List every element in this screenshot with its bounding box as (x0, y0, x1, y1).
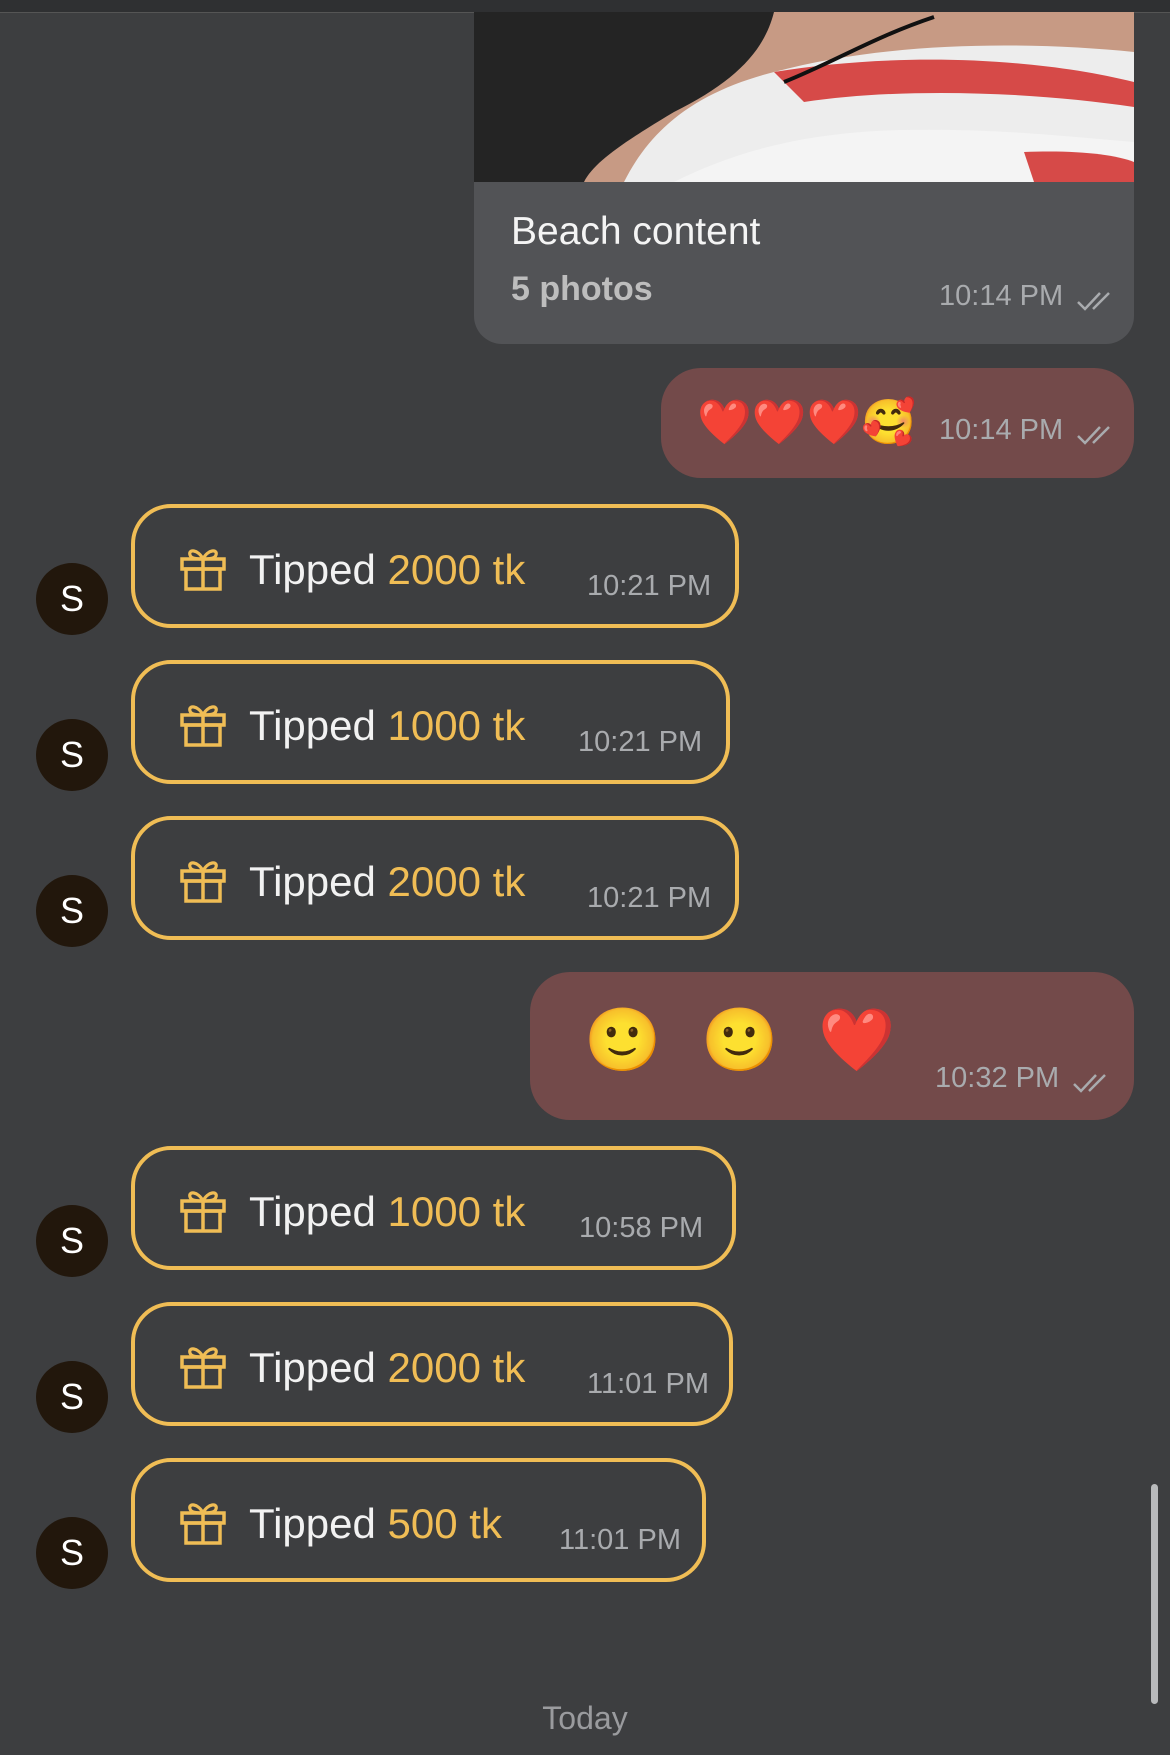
heart-emoji: ❤️ (818, 1006, 896, 1075)
heart-emoji: ❤️ (806, 398, 862, 447)
media-caption: Beach content (511, 210, 761, 253)
double-check-icon (1076, 425, 1110, 445)
tip-bubble[interactable]: Tipped 2000 tk 10:21 PM (131, 504, 739, 628)
gift-icon (180, 1191, 226, 1233)
tip-bubble[interactable]: Tipped 2000 tk 10:21 PM (131, 816, 739, 940)
scrollbar[interactable] (1151, 1484, 1158, 1704)
tip-bubble[interactable]: Tipped 1000 tk 10:21 PM (131, 660, 730, 784)
avatar[interactable]: S (36, 1361, 108, 1433)
slightly-smiling-face-emoji: 🙂 (701, 1006, 779, 1075)
day-separator: Today (542, 1700, 628, 1736)
emoji-text: 🙂 🙂 ❤️ (584, 1004, 896, 1077)
outgoing-message[interactable]: 🙂 🙂 ❤️ 10:32 PM (530, 972, 1134, 1120)
tip-word: Tipped (249, 1344, 376, 1391)
double-check-icon (1072, 1073, 1106, 1093)
outgoing-message[interactable]: ❤️ ❤️ ❤️ 🥰 10:14 PM (661, 368, 1134, 478)
tip-word: Tipped (249, 1188, 376, 1235)
message-time: 10:32 PM (935, 1062, 1060, 1094)
message-time: 10:14 PM (939, 414, 1064, 446)
tip-label: Tipped 1000 tk (249, 702, 525, 750)
tip-amount: 2000 tk (387, 858, 526, 905)
tip-amount: 1000 tk (387, 702, 526, 749)
tip-amount: 1000 tk (387, 1188, 526, 1235)
photo-thumbnail[interactable] (474, 12, 1134, 182)
message-time: 10:21 PM (578, 726, 703, 758)
gift-icon (180, 705, 226, 747)
tip-bubble[interactable]: Tipped 1000 tk 10:58 PM (131, 1146, 736, 1270)
tip-amount: 2000 tk (387, 546, 526, 593)
tip-word: Tipped (249, 1500, 376, 1547)
double-check-icon (1076, 291, 1110, 311)
slightly-smiling-face-emoji: 🙂 (584, 1006, 662, 1075)
avatar[interactable]: S (36, 1517, 108, 1589)
tip-label: Tipped 2000 tk (249, 858, 525, 906)
avatar[interactable]: S (36, 875, 108, 947)
heart-emoji: ❤️ (697, 398, 752, 447)
message-meta: 10:14 PM (939, 280, 1118, 313)
tip-word: Tipped (249, 858, 376, 905)
tip-amount: 500 tk (387, 1500, 502, 1547)
gift-icon (180, 549, 226, 591)
media-message[interactable]: Beach content 5 photos 10:14 PM (474, 12, 1134, 344)
message-meta: 10:14 PM (939, 414, 1118, 447)
message-time: 10:58 PM (579, 1212, 704, 1244)
emoji-text: ❤️ ❤️ ❤️ 🥰 (697, 396, 916, 448)
tip-label: Tipped 500 tk (249, 1500, 502, 1548)
photo-count: 5 photos (511, 270, 653, 308)
message-time: 11:01 PM (559, 1524, 681, 1556)
message-time: 11:01 PM (587, 1368, 709, 1400)
tip-label: Tipped 2000 tk (249, 1344, 525, 1392)
message-meta: 10:32 PM (935, 1062, 1114, 1095)
message-time: 10:14 PM (939, 280, 1064, 312)
avatar[interactable]: S (36, 719, 108, 791)
smiling-face-with-hearts-emoji: 🥰 (861, 398, 917, 447)
tip-label: Tipped 2000 tk (249, 546, 525, 594)
avatar[interactable]: S (36, 1205, 108, 1277)
tip-word: Tipped (249, 702, 376, 749)
message-time: 10:21 PM (587, 882, 712, 914)
tip-label: Tipped 1000 tk (249, 1188, 525, 1236)
tip-bubble[interactable]: Tipped 500 tk 11:01 PM (131, 1458, 706, 1582)
gift-icon (180, 861, 226, 903)
tip-bubble[interactable]: Tipped 2000 tk 11:01 PM (131, 1302, 733, 1426)
message-time: 10:21 PM (587, 570, 712, 602)
avatar[interactable]: S (36, 563, 108, 635)
gift-icon (180, 1347, 226, 1389)
heart-emoji: ❤️ (751, 398, 807, 447)
gift-icon (180, 1503, 226, 1545)
tip-amount: 2000 tk (387, 1344, 526, 1391)
tip-word: Tipped (249, 546, 376, 593)
